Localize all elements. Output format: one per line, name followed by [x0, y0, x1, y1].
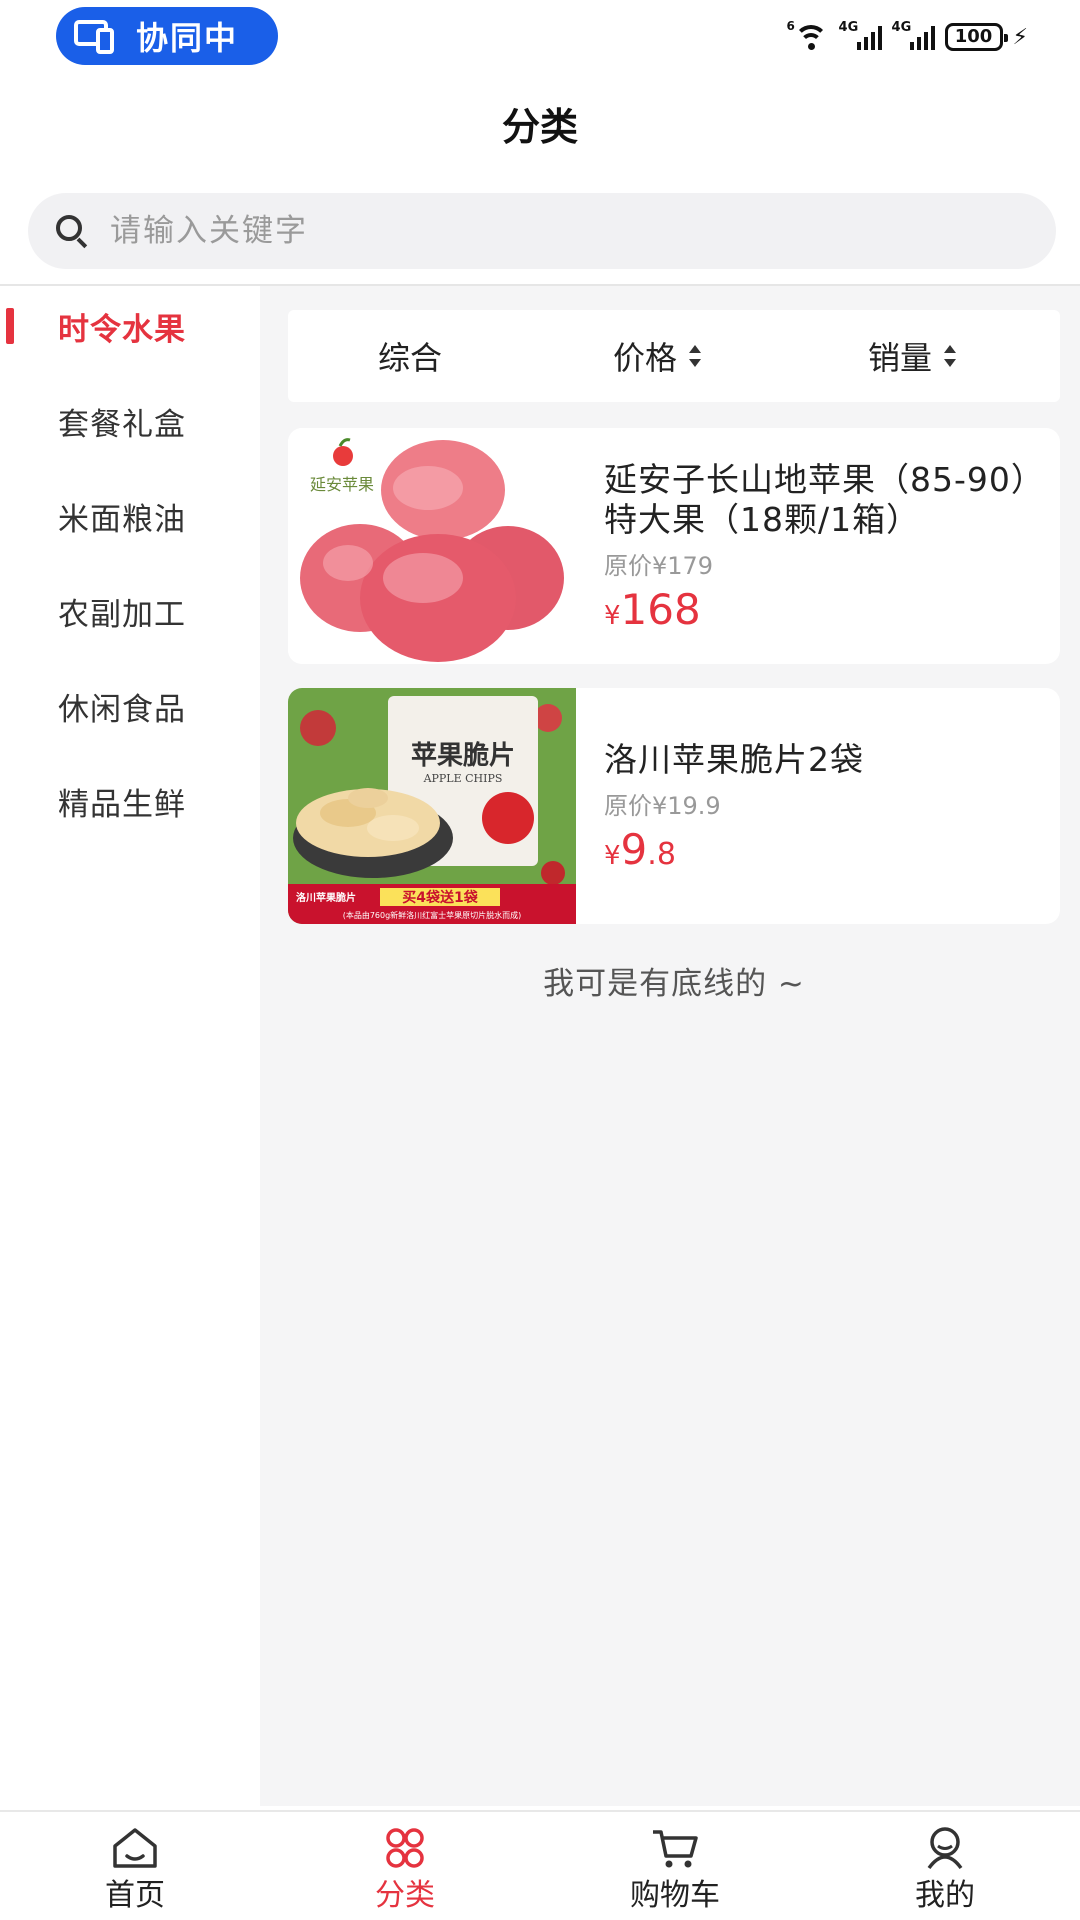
currency-symbol: ¥ — [604, 841, 621, 871]
cellular-signal-icon-2: 4G — [892, 20, 935, 50]
collaboration-badge[interactable]: 协同中 — [56, 7, 278, 65]
sort-arrows-icon — [944, 345, 957, 367]
currency-symbol: ¥ — [604, 601, 621, 631]
battery-icon: 100 — [944, 23, 1008, 51]
search-bar[interactable] — [28, 193, 1056, 269]
price-integer: 9 — [620, 825, 648, 874]
price-decimal: .8 — [647, 837, 676, 872]
product-list-area: 综合 价格 销量 延安苹果 延安子长山地苹果（85-90）特大果（18颗/1箱）… — [260, 286, 1080, 1806]
product-name: 洛川苹果脆片2袋 — [604, 740, 864, 779]
signal-network-label-2: 4G — [891, 20, 912, 35]
sidebar-item-label: 精品生鲜 — [58, 786, 186, 823]
tab-label: 我的 — [915, 1878, 975, 1913]
sidebar-item-label: 农副加工 — [58, 596, 186, 633]
sidebar-item-gift-box[interactable]: 套餐礼盒 — [0, 381, 260, 461]
sidebar-item-fresh[interactable]: 精品生鲜 — [0, 761, 260, 841]
page-title: 分类 — [501, 105, 578, 149]
wifi-badge: 6 — [786, 19, 795, 33]
sidebar-item-label: 套餐礼盒 — [58, 406, 186, 443]
collaboration-label: 协同中 — [136, 19, 239, 57]
tab-home[interactable]: 首页 — [0, 1812, 270, 1920]
search-icon — [54, 213, 90, 249]
product-info: 延安子长山地苹果（85-90）特大果（18颗/1箱） 原价¥179 ¥168 — [604, 460, 1040, 634]
sidebar-item-label: 休闲食品 — [58, 691, 186, 728]
product-image-apple-chips: 苹果脆片 APPLE CHIPS 洛川苹果脆片 买4袋送1袋 (本品由760g新… — [288, 688, 576, 924]
sort-arrows-icon — [689, 345, 702, 367]
list-end-text: 我可是有底线的 ~ — [543, 966, 805, 1002]
current-price: ¥9.8 — [604, 825, 1040, 874]
product-info: 洛川苹果脆片2袋 原价¥19.9 ¥9.8 — [604, 740, 1040, 874]
sort-label: 销量 — [868, 339, 933, 377]
tab-label: 首页 — [105, 1878, 165, 1913]
price-integer: 168 — [620, 585, 701, 634]
product-name: 延安子长山地苹果（85-90）特大果（18颗/1箱） — [604, 460, 1029, 539]
sidebar-item-snacks[interactable]: 休闲食品 — [0, 666, 260, 746]
product-image-apple: 延安苹果 — [288, 428, 576, 664]
sidebar-item-label: 时令水果 — [58, 311, 186, 348]
sort-price[interactable]: 价格 — [613, 310, 702, 402]
original-price: 原价¥179 — [604, 552, 714, 580]
product-card[interactable]: 苹果脆片 APPLE CHIPS 洛川苹果脆片 买4袋送1袋 (本品由760g新… — [288, 688, 1060, 924]
sort-label: 综合 — [378, 339, 443, 377]
tab-label: 购物车 — [630, 1878, 720, 1913]
tab-profile[interactable]: 我的 — [810, 1812, 1080, 1920]
tab-label: 分类 — [375, 1878, 435, 1913]
active-indicator — [6, 308, 14, 344]
sidebar-item-label: 米面粮油 — [58, 501, 186, 538]
chips-banner-left: 洛川苹果脆片 — [296, 891, 356, 904]
search-input[interactable] — [110, 213, 990, 249]
profile-icon — [927, 1827, 963, 1870]
sort-comprehensive[interactable]: 综合 — [378, 310, 442, 402]
sort-label: 价格 — [613, 339, 678, 377]
chips-footnote: (本品由760g新鲜洛川红富士苹果原切片脱水而成) — [343, 910, 522, 920]
sort-bar: 综合 价格 销量 — [288, 310, 1060, 402]
category-grid-icon — [386, 1828, 424, 1868]
sidebar-item-seasonal-fruit[interactable]: 时令水果 — [0, 286, 260, 366]
battery-level: 100 — [954, 26, 993, 47]
apple-brand-text: 延安苹果 — [310, 475, 374, 494]
sidebar-item-grain-oil[interactable]: 米面粮油 — [0, 476, 260, 556]
chips-title: 苹果脆片 — [411, 740, 515, 771]
cellular-signal-icon: 4G — [839, 20, 882, 50]
sidebar-item-processed[interactable]: 农副加工 — [0, 571, 260, 651]
status-bar: 协同中 6 4G 4G 100 ⚡ — [0, 0, 1080, 76]
chips-banner-right: 买4袋送1袋 — [402, 889, 478, 906]
tab-cart[interactable]: 购物车 — [540, 1812, 810, 1920]
sort-sales[interactable]: 销量 — [868, 310, 957, 402]
chips-subtitle: APPLE CHIPS — [423, 772, 503, 785]
multi-device-icon — [72, 16, 120, 56]
tab-category[interactable]: 分类 — [270, 1812, 540, 1920]
home-icon — [113, 1828, 157, 1868]
original-price: 原价¥19.9 — [604, 792, 721, 820]
current-price: ¥168 — [604, 585, 1040, 634]
signal-network-label: 4G — [838, 20, 859, 35]
cart-icon — [653, 1830, 698, 1868]
wifi-icon: 6 — [787, 19, 829, 51]
category-sidebar: 时令水果 套餐礼盒 米面粮油 农副加工 休闲食品 精品生鲜 — [0, 286, 260, 1806]
product-card[interactable]: 延安苹果 延安子长山地苹果（85-90）特大果（18颗/1箱） 原价¥179 ¥… — [288, 428, 1060, 664]
status-icons: 6 4G 4G 100 ⚡ — [787, 19, 1028, 54]
bottom-tab-bar: 首页 分类 购物车 我的 — [0, 1810, 1080, 1920]
charging-icon: ⚡ — [1012, 24, 1028, 50]
